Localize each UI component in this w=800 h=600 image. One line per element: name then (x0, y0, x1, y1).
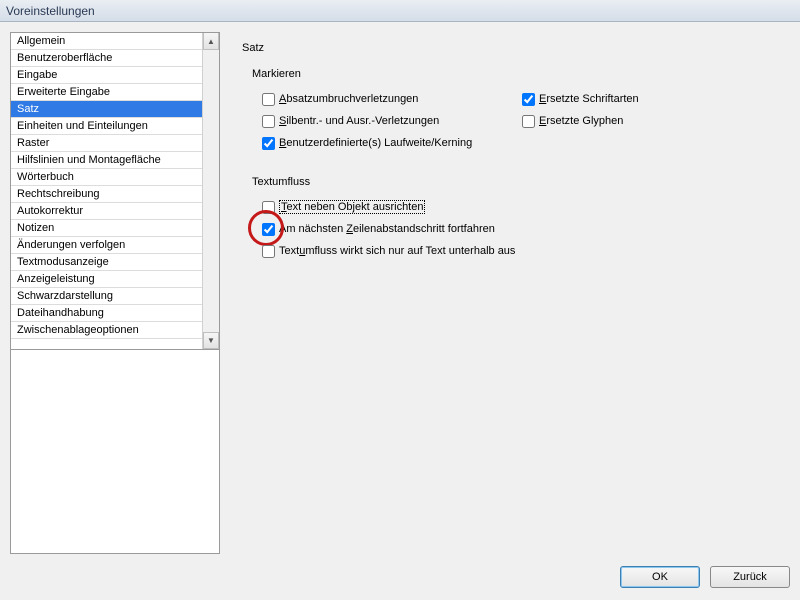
checkbox-textumfluss-unterhalb[interactable]: Textumfluss wirkt sich nur auf Text unte… (262, 240, 782, 262)
panel-title: Satz (242, 42, 782, 54)
checkbox-ersetzte-schriftarten-input[interactable] (522, 93, 535, 106)
checkbox-text-neben-objekt-input[interactable] (262, 201, 275, 214)
list-item[interactable]: Wörterbuch (11, 169, 202, 186)
checkbox-text-neben-objekt-label: Text neben Objekt ausrichten (279, 200, 425, 214)
description-box (10, 349, 220, 554)
list-item[interactable]: Notizen (11, 220, 202, 237)
sidebar: AllgemeinBenutzeroberflächeEingabeErweit… (10, 32, 220, 554)
list-item[interactable]: Schwarzdarstellung (11, 288, 202, 305)
content-area: AllgemeinBenutzeroberflächeEingabeErweit… (0, 22, 800, 560)
checkbox-textumfluss-unterhalb-input[interactable] (262, 245, 275, 258)
checkbox-textumfluss-unterhalb-label: Textumfluss wirkt sich nur auf Text unte… (279, 245, 515, 257)
checkbox-absatzumbruch-label: Absatzumbruchverletzungen (279, 93, 418, 105)
list-item[interactable]: Zwischenablageoptionen (11, 322, 202, 339)
settings-panel: Satz Markieren Absatzumbruchverletzungen (220, 32, 800, 554)
list-item[interactable]: Eingabe (11, 67, 202, 84)
window-title: Voreinstellungen (6, 4, 95, 18)
checkbox-ersetzte-schriftarten-label: Ersetzte Schriftarten (539, 93, 639, 105)
checkbox-ersetzte-glyphen-label: Ersetzte Glyphen (539, 115, 623, 127)
list-item[interactable]: Textmodusanzeige (11, 254, 202, 271)
checkbox-silbentr-input[interactable] (262, 115, 275, 128)
list-item[interactable]: Allgemein (11, 33, 202, 50)
list-item[interactable]: Einheiten und Einteilungen (11, 118, 202, 135)
checkbox-benutzer-kerning-label: Benutzerdefinierte(s) Laufweite/Kerning (279, 137, 472, 149)
list-item[interactable]: Anzeigeleistung (11, 271, 202, 288)
checkbox-silbentr[interactable]: Silbentr.- und Ausr.-Verletzungen (262, 110, 522, 132)
list-item[interactable]: Änderungen verfolgen (11, 237, 202, 254)
group-textumfluss: Textumfluss Text neben Objekt ausrichten… (252, 176, 782, 262)
listbox-scrollbar[interactable]: ▲ ▼ (202, 33, 219, 349)
checkbox-benutzer-kerning-input[interactable] (262, 137, 275, 150)
scroll-down-button[interactable]: ▼ (203, 332, 219, 349)
category-listbox[interactable]: AllgemeinBenutzeroberflächeEingabeErweit… (10, 32, 220, 350)
scroll-up-button[interactable]: ▲ (203, 33, 219, 50)
list-item[interactable]: Erweiterte Eingabe (11, 84, 202, 101)
checkbox-naechster-zeilenabstand-label: Am nächsten Zeilenabstandschritt fortfah… (279, 223, 495, 235)
checkbox-ersetzte-schriftarten[interactable]: Ersetzte Schriftarten (522, 88, 782, 110)
list-item[interactable]: Rechtschreibung (11, 186, 202, 203)
ok-button[interactable]: OK (620, 566, 700, 588)
checkbox-ersetzte-glyphen[interactable]: Ersetzte Glyphen (522, 110, 782, 132)
preferences-window: Voreinstellungen AllgemeinBenutzeroberfl… (0, 0, 800, 600)
titlebar: Voreinstellungen (0, 0, 800, 22)
dialog-footer: OK Zurück (0, 560, 800, 600)
checkbox-absatzumbruch-input[interactable] (262, 93, 275, 106)
back-button[interactable]: Zurück (710, 566, 790, 588)
checkbox-silbentr-label: Silbentr.- und Ausr.-Verletzungen (279, 115, 439, 127)
list-item[interactable]: Raster (11, 135, 202, 152)
group-label-markieren: Markieren (252, 68, 782, 80)
checkbox-text-neben-objekt[interactable]: Text neben Objekt ausrichten (262, 196, 782, 218)
list-item[interactable]: Satz (11, 101, 202, 118)
group-label-textumfluss: Textumfluss (252, 176, 782, 188)
list-item[interactable]: Benutzeroberfläche (11, 50, 202, 67)
checkbox-naechster-zeilenabstand-input[interactable] (262, 223, 275, 236)
group-markieren: Markieren Absatzumbruchverletzungen (252, 68, 782, 154)
checkbox-benutzer-kerning[interactable]: Benutzerdefinierte(s) Laufweite/Kerning (262, 132, 782, 154)
checkbox-absatzumbruch[interactable]: Absatzumbruchverletzungen (262, 88, 522, 110)
list-item[interactable]: Autokorrektur (11, 203, 202, 220)
list-item[interactable]: Dateihandhabung (11, 305, 202, 322)
checkbox-naechster-zeilenabstand[interactable]: Am nächsten Zeilenabstandschritt fortfah… (262, 218, 782, 240)
checkbox-ersetzte-glyphen-input[interactable] (522, 115, 535, 128)
list-item[interactable]: Hilfslinien und Montagefläche (11, 152, 202, 169)
